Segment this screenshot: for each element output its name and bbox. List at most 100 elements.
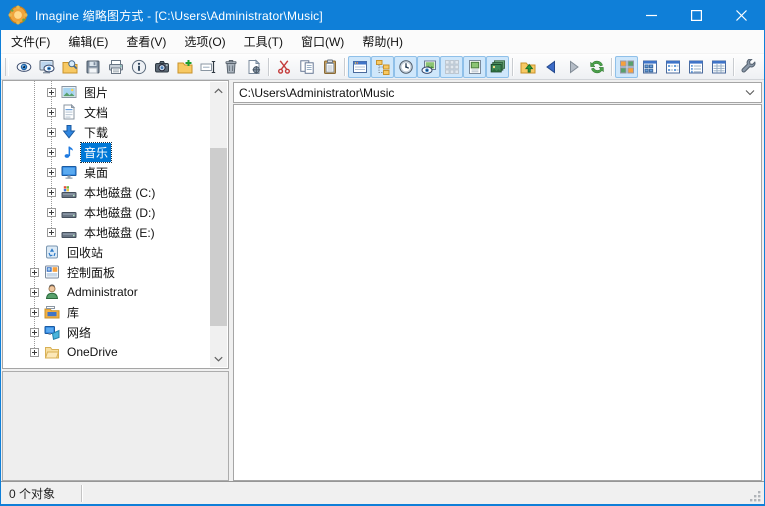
options-button[interactable] [737, 56, 760, 78]
tree-item-label: 控制面板 [64, 263, 118, 282]
tree-item-label: 下载 [81, 123, 111, 142]
close-button[interactable] [719, 0, 764, 30]
delete-button[interactable] [219, 56, 242, 78]
file-settings-button[interactable] [242, 56, 265, 78]
maximize-button[interactable] [674, 0, 719, 30]
expander-plus-icon[interactable] [47, 188, 56, 197]
eye-icon [16, 59, 32, 75]
expander-plus-icon[interactable] [47, 148, 56, 157]
toggle-clock-button[interactable] [394, 56, 417, 78]
paste-button[interactable] [318, 56, 341, 78]
menu-edit[interactable]: 编辑(E) [59, 28, 117, 55]
downloads-icon [61, 124, 77, 140]
view-list-button[interactable] [684, 56, 707, 78]
tree-item-label: 本地磁盘 (D:) [81, 203, 158, 222]
toggle-preview-button[interactable] [417, 56, 440, 78]
network-icon [44, 324, 60, 340]
rename-button[interactable] [196, 56, 219, 78]
titlebar[interactable]: Imagine 缩略图方式 - [C:\Users\Administrator\… [1, 0, 764, 30]
menu-help[interactable]: 帮助(H) [353, 28, 412, 55]
cut-button[interactable] [272, 56, 295, 78]
right-column: C:\Users\Administrator\Music [231, 80, 764, 481]
toggle-folder-tree-button[interactable] [371, 56, 394, 78]
forward-button[interactable] [562, 56, 585, 78]
copy-button[interactable] [295, 56, 318, 78]
capture-button[interactable] [150, 56, 173, 78]
toggle-thumb-page-button[interactable] [463, 56, 486, 78]
scrollbar-thumb[interactable] [210, 148, 227, 326]
expander-plus-icon[interactable] [30, 288, 39, 297]
view-icons-button[interactable] [638, 56, 661, 78]
minimize-button[interactable] [629, 0, 674, 30]
preview-panel [2, 371, 229, 481]
print-button[interactable] [104, 56, 127, 78]
menu-tools[interactable]: 工具(T) [235, 28, 292, 55]
back-button[interactable] [539, 56, 562, 78]
toolbar-grip[interactable] [5, 58, 9, 76]
browse-button[interactable] [58, 56, 81, 78]
view-thumbnails-button[interactable] [615, 56, 638, 78]
menu-file[interactable]: 文件(F) [2, 28, 59, 55]
refresh-button[interactable] [585, 56, 608, 78]
tree-item-documents[interactable]: 文档 [3, 102, 210, 122]
tree-item-drive-e[interactable]: 本地磁盘 (E:) [3, 222, 210, 242]
address-combobox[interactable]: C:\Users\Administrator\Music [233, 82, 762, 103]
expander-plus-icon[interactable] [30, 348, 39, 357]
toggle-grid-button[interactable] [440, 56, 463, 78]
music-note-icon [61, 144, 77, 160]
recycle-bin-icon [44, 244, 60, 260]
camera-icon [154, 59, 170, 75]
scroll-down-icon[interactable] [210, 350, 227, 367]
expander-plus-icon[interactable] [47, 168, 56, 177]
tree-item-label: 本地磁盘 (C:) [81, 183, 158, 202]
tree-scrollbar[interactable] [210, 82, 227, 367]
tree-item-recycle-bin[interactable]: 回收站 [3, 242, 210, 262]
view-list-icon [688, 59, 704, 75]
fullscreen-button[interactable] [35, 56, 58, 78]
image-eye-icon [421, 59, 437, 75]
tree-item-drive-d[interactable]: 本地磁盘 (D:) [3, 202, 210, 222]
menu-view[interactable]: 查看(V) [117, 28, 175, 55]
expander-plus-icon[interactable] [30, 268, 39, 277]
expander-plus-icon[interactable] [30, 308, 39, 317]
tree-item-network[interactable]: 网络 [3, 322, 210, 342]
info-button[interactable] [127, 56, 150, 78]
grid-icon [444, 59, 460, 75]
view-thumbnails-icon [619, 59, 635, 75]
chevron-down-icon[interactable] [745, 89, 755, 96]
tree-item-control-panel[interactable]: 控制面板 [3, 262, 210, 282]
view-details-button[interactable] [707, 56, 730, 78]
resize-grip-icon[interactable] [749, 490, 762, 503]
new-folder-button[interactable] [173, 56, 196, 78]
tree-item-onedrive[interactable]: OneDrive [3, 342, 210, 362]
expander-plus-icon[interactable] [47, 208, 56, 217]
tree-item-downloads[interactable]: 下载 [3, 122, 210, 142]
expander-plus-icon[interactable] [47, 228, 56, 237]
menu-window[interactable]: 窗口(W) [292, 28, 353, 55]
expander-plus-icon[interactable] [47, 128, 56, 137]
save-button[interactable] [81, 56, 104, 78]
toggle-image-stack-button[interactable] [486, 56, 509, 78]
tree-item-drive-c[interactable]: 本地磁盘 (C:) [3, 182, 210, 202]
tree-item-pictures[interactable]: 图片 [3, 82, 210, 102]
file-list-area[interactable] [233, 104, 762, 481]
expander-plus-icon[interactable] [47, 88, 56, 97]
toggle-panel-button[interactable] [348, 56, 371, 78]
expander-plus-icon[interactable] [47, 108, 56, 117]
trash-icon [223, 59, 239, 75]
tree-item-music[interactable]: 音乐 [3, 142, 210, 162]
toolbar-separator [611, 58, 612, 76]
tree-item-libraries[interactable]: 库 [3, 302, 210, 322]
expander-plus-icon[interactable] [30, 328, 39, 337]
tree-item-desktop[interactable]: 桌面 [3, 162, 210, 182]
up-folder-button[interactable] [516, 56, 539, 78]
user-icon [44, 284, 60, 300]
tree-item-label: 本地磁盘 (E:) [81, 223, 158, 242]
tree-item-administrator[interactable]: Administrator [3, 282, 210, 302]
view-details-icon [711, 59, 727, 75]
view-image-button[interactable] [12, 56, 35, 78]
view-small-icons-button[interactable] [661, 56, 684, 78]
menu-options[interactable]: 选项(O) [175, 28, 234, 55]
scroll-up-icon[interactable] [210, 82, 227, 99]
arrow-left-icon [543, 59, 559, 75]
